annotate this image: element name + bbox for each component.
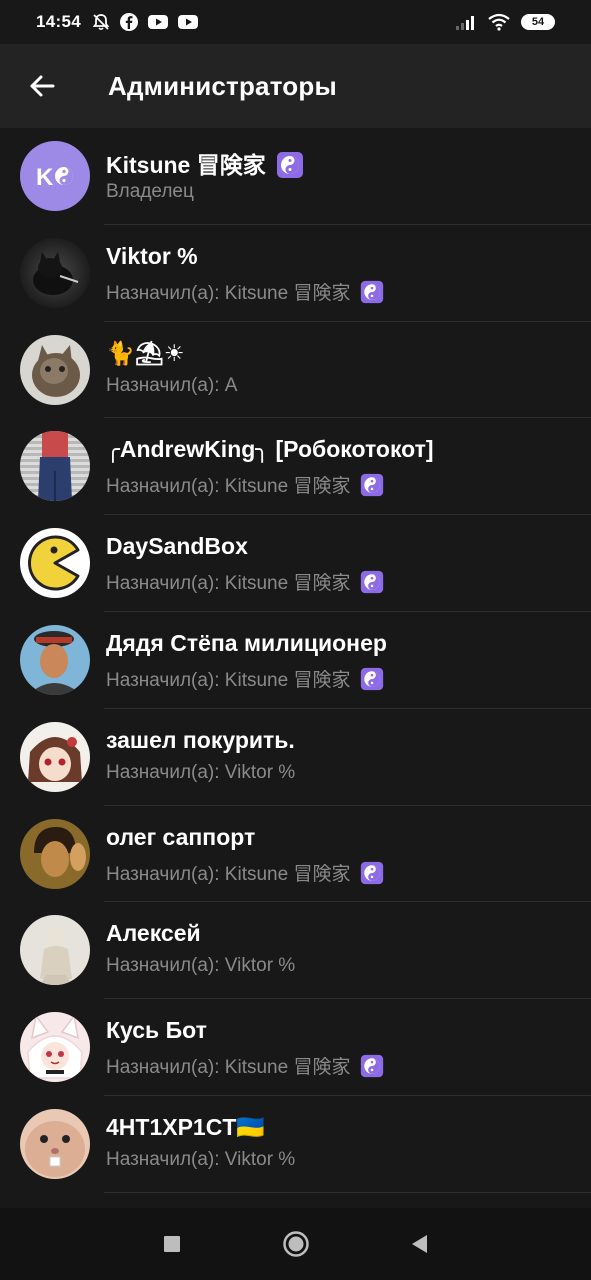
admin-appointed-by: Назначил(а): Kitsune 冒険家 bbox=[106, 471, 384, 499]
admin-name: DaySandBox bbox=[106, 533, 248, 560]
admin-row-zashel-pokurit[interactable]: зашел покурить. Назначил(а): Viktor % bbox=[0, 709, 591, 806]
yin-yang-icon bbox=[360, 667, 383, 691]
arrow-left-icon bbox=[30, 75, 55, 97]
admin-row-viktor[interactable]: Viktor % Назначил(а): Kitsune 冒険家 bbox=[0, 225, 591, 322]
admin-appointed-by: Назначил(а): Viktor % bbox=[106, 1148, 296, 1170]
admin-name: зашел покурить. bbox=[106, 726, 295, 753]
home-circle-icon bbox=[282, 1231, 309, 1257]
wifi-icon bbox=[488, 13, 510, 31]
avatar bbox=[20, 1108, 90, 1179]
yin-yang-icon bbox=[360, 474, 383, 497]
avatar bbox=[20, 1012, 90, 1083]
signal-icon bbox=[456, 16, 474, 30]
admin-appointed-by: Назначил(а): Kitsune 冒険家 bbox=[106, 278, 384, 306]
battery-icon: 54 bbox=[521, 14, 555, 30]
avatar bbox=[20, 237, 90, 308]
admin-appointed-by: Назначил(а): Viktor % bbox=[106, 955, 296, 977]
admin-name: 4HT1XP1CT🇺🇦 bbox=[106, 1113, 266, 1140]
admin-name: Viktor % bbox=[106, 242, 198, 269]
status-time: 14:54 bbox=[36, 12, 81, 31]
admin-name: Kitsune 冒険家 bbox=[106, 146, 304, 181]
admin-appointed-by: Назначил(а): Kitsune 冒険家 bbox=[106, 859, 384, 887]
notification-icons bbox=[91, 12, 199, 32]
nav-back-button[interactable] bbox=[358, 1208, 482, 1280]
admin-role: Владелец bbox=[106, 181, 194, 202]
admin-row-dyadya-styopa[interactable]: Дядя Стёпа милиционер Назначил(а): Kitsu… bbox=[0, 612, 591, 709]
system-icons: 54 bbox=[455, 13, 555, 31]
admin-row-andrewking[interactable]: ╭AndrewKing╮ [Робокотокот] Назначил(а): … bbox=[0, 418, 591, 516]
system-nav-bar bbox=[0, 1208, 591, 1280]
yin-yang-icon bbox=[360, 1055, 383, 1078]
back-triangle-icon bbox=[411, 1235, 427, 1253]
app-bar: Администраторы bbox=[0, 44, 591, 128]
recents-button[interactable] bbox=[110, 1208, 234, 1280]
youtube-icon bbox=[147, 15, 168, 29]
divider bbox=[104, 1191, 591, 1193]
facebook-icon bbox=[119, 13, 138, 31]
youtube-icon bbox=[177, 15, 198, 29]
admin-appointed-by: Назначил(а): Kitsune 冒険家 bbox=[106, 568, 384, 596]
admin-name: Дядя Стёпа милиционер bbox=[106, 629, 387, 656]
admin-list: K Kitsune 冒険家 Владелец Viktor % Назначил… bbox=[0, 128, 591, 1193]
avatar bbox=[20, 915, 90, 986]
admin-name: ╭AndrewKing╮ [Робокотокот] bbox=[106, 436, 434, 463]
admin-row-daysandbox[interactable]: DaySandBox Назначил(а): Kitsune 冒険家 bbox=[0, 515, 591, 612]
home-button[interactable] bbox=[234, 1208, 358, 1280]
avatar bbox=[20, 818, 90, 889]
yin-yang-icon bbox=[360, 571, 383, 594]
avatar bbox=[20, 431, 90, 502]
admin-row-oleg-support[interactable]: олег саппорт Назначил(а): Kitsune 冒険家 bbox=[0, 806, 591, 903]
yin-yang-icon bbox=[277, 151, 304, 178]
page-title: Администраторы bbox=[108, 70, 337, 101]
admin-row-aleksey[interactable]: Алексей Назначил(а): Viktor % bbox=[0, 902, 591, 1000]
mute-icon bbox=[92, 14, 110, 31]
admin-appointed-by: Назначил(а): A bbox=[106, 374, 238, 396]
avatar bbox=[20, 334, 90, 405]
avatar bbox=[20, 721, 90, 792]
admin-name: Кусь Бот bbox=[106, 1017, 207, 1044]
admin-appointed-by: Назначил(а): Kitsune 冒険家 bbox=[106, 665, 384, 693]
avatar-initial: K bbox=[36, 164, 54, 191]
admin-name: олег саппорт bbox=[106, 823, 256, 850]
avatar bbox=[20, 624, 90, 695]
yin-yang-icon bbox=[360, 280, 383, 303]
status-bar: 14:54 54 bbox=[0, 0, 591, 44]
admin-row-kitsune[interactable]: K Kitsune 冒険家 Владелец bbox=[0, 128, 591, 225]
avatar bbox=[20, 528, 90, 599]
back-button[interactable] bbox=[14, 58, 70, 114]
admin-name: 🐈⛱☀ bbox=[106, 339, 185, 366]
admin-row-4ht1xp1ct[interactable]: 4HT1XP1CT🇺🇦 Назначил(а): Viktor % bbox=[0, 1096, 591, 1193]
admin-row-cat[interactable]: 🐈⛱☀ Назначил(а): A bbox=[0, 322, 591, 419]
admin-appointed-by: Назначил(а): Viktor % bbox=[106, 761, 296, 783]
avatar: K bbox=[20, 141, 90, 211]
yin-yang-icon bbox=[360, 861, 383, 884]
admin-row-kus-bot[interactable]: Кусь Бот Назначил(а): Kitsune 冒険家 bbox=[0, 999, 591, 1096]
admin-name: Алексей bbox=[106, 920, 201, 947]
battery-level: 54 bbox=[531, 16, 545, 28]
admin-appointed-by: Назначил(а): Kitsune 冒険家 bbox=[106, 1052, 384, 1080]
recents-square-icon bbox=[163, 1236, 180, 1252]
